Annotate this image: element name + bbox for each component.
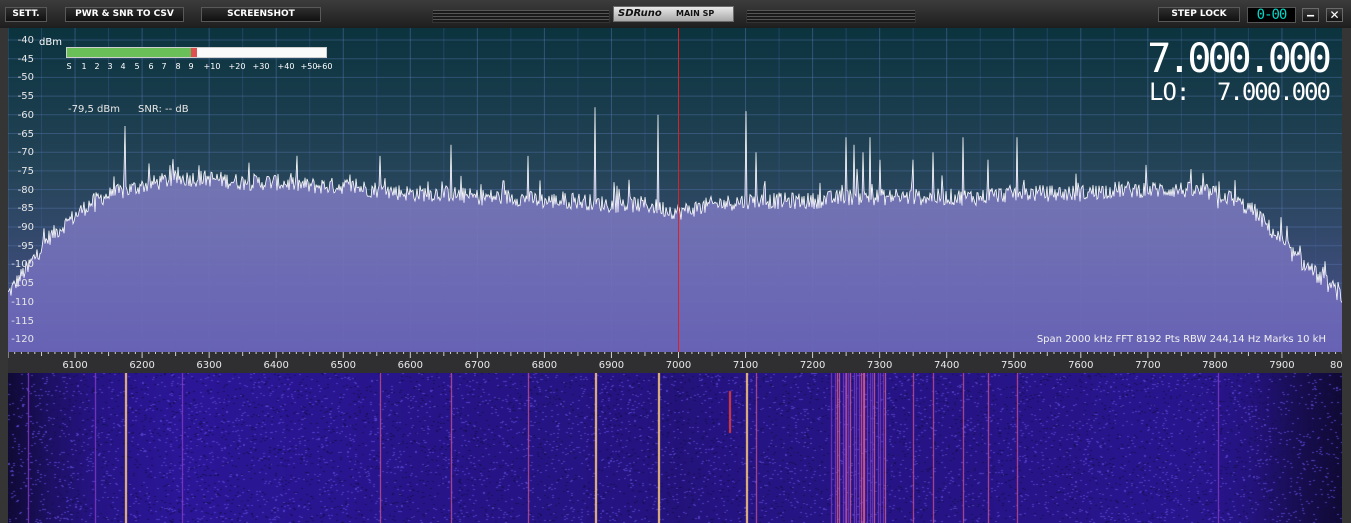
s-meter-tick-label: +30	[252, 62, 270, 71]
s-meter-tick-label: +60	[315, 62, 333, 71]
frequency-tick-label: 6500	[330, 360, 356, 371]
drag-grip-left[interactable]	[432, 9, 610, 23]
frequency-tick-label: 7500	[1001, 360, 1027, 371]
db-tick-label: -40	[17, 35, 34, 46]
frequency-tick-label: 7900	[1269, 360, 1295, 371]
s-meter-tick-label: 3	[107, 62, 113, 71]
drag-grip-right[interactable]	[746, 9, 916, 23]
clock-display: 0-00	[1247, 7, 1296, 23]
db-tick-label: -70	[17, 147, 34, 159]
close-button[interactable]: ✕	[1326, 8, 1343, 22]
db-tick-label: -75	[17, 165, 34, 177]
right-frame	[1342, 28, 1351, 523]
db-tick-label: -105	[11, 278, 34, 290]
db-axis: -40 -45 -50 -55 -60 -65 -70 -75 -80 -85 -90 -95 -100…	[0, 28, 38, 364]
s-meter-peak	[190, 48, 197, 57]
frequency-axis[interactable]: 6100 6200 6300 6400 6500 6600 6700 6800 6900 7000…	[8, 352, 1343, 373]
frequency-tick-label: 7300	[866, 360, 893, 371]
window-name: MAIN SP	[676, 9, 715, 18]
screenshot-button[interactable]: SCREENSHOT	[201, 7, 321, 22]
db-tick-label: -80	[17, 184, 34, 196]
frequency-tick-label: 6800	[531, 360, 558, 371]
s-meter-tick-label: +40	[277, 62, 295, 71]
spectrum-plot[interactable]	[8, 28, 1342, 352]
frequency-tick-label: 6300	[196, 360, 222, 371]
spectrum-info-line: Span 2000 kHz FFT 8192 Pts RBW 244,14 Hz…	[1036, 334, 1326, 345]
s-meter-tick-label: 8	[175, 62, 181, 71]
db-tick-label: -65	[17, 128, 34, 140]
db-tick-label: -60	[17, 109, 34, 121]
frequency-tick-label: 7700	[1135, 360, 1161, 371]
s-meter-tick-label: 1	[81, 62, 87, 71]
frequency-tick-label: 6100	[62, 360, 88, 371]
minimize-button[interactable]: ‒	[1302, 8, 1319, 22]
frequency-tick-label: 80	[1330, 360, 1343, 371]
frequency-tick-label: 7800	[1202, 360, 1228, 371]
frequency-tick-label: 7600	[1068, 360, 1094, 371]
title-bar[interactable]: SETT. PWR & SNR TO CSV SCREENSHOT SDRuno…	[0, 0, 1351, 29]
s-meter-tick-label: +20	[228, 62, 246, 71]
vfo-frequency-display[interactable]: 7.000.000	[1147, 39, 1332, 79]
frequency-tick-label: 7200	[799, 360, 826, 371]
s-meter-tick-label: 7	[161, 62, 167, 71]
step-lock-button[interactable]: STEP LOCK	[1158, 7, 1240, 22]
frequency-tick-label: 6600	[397, 360, 424, 371]
snr-readout: SNR: -- dB	[138, 104, 189, 115]
s-meter-tick-label: 2	[94, 62, 100, 71]
lo-label: LO:	[1149, 78, 1190, 106]
dbm-unit-label: dBm	[39, 37, 62, 48]
frequency-axis-ticks	[8, 352, 1342, 358]
frequency-tick-label: 7400	[933, 360, 960, 371]
db-tick-label: -85	[17, 203, 34, 215]
db-tick-label: -50	[17, 72, 34, 84]
db-tick-label: -100	[11, 259, 34, 271]
s-meter-tick-label: 9	[188, 62, 194, 71]
db-tick-label: -95	[17, 240, 34, 252]
settings-button[interactable]: SETT.	[5, 7, 47, 22]
s-meter-tick-label: 5	[134, 62, 140, 71]
frequency-tick-label: 6900	[598, 360, 625, 371]
frequency-tick-label: 6200	[129, 360, 155, 371]
sdruno-logo: SDRuno MAIN SP	[613, 6, 734, 22]
s-meter-tick-label: +10	[203, 62, 221, 71]
s-meter-tick-label: 6	[148, 62, 154, 71]
logo-text: SDRuno	[618, 8, 662, 19]
pwr-snr-to-csv-button[interactable]: PWR & SNR TO CSV	[65, 7, 184, 22]
db-tick-label: -115	[11, 315, 34, 327]
s-meter-level	[67, 48, 192, 57]
s-meter-tick-label: 4	[120, 62, 126, 71]
db-tick-label: -45	[17, 53, 34, 65]
s-meter-tick-label: S	[66, 62, 72, 71]
frequency-tick-label: 7000	[665, 360, 692, 371]
db-tick-label: -90	[17, 222, 34, 233]
db-tick-label: -55	[17, 91, 34, 103]
db-tick-label: -120	[11, 334, 34, 346]
sdruno-main-spectrum-window: SETT. PWR & SNR TO CSV SCREENSHOT SDRuno…	[0, 0, 1351, 523]
power-readout: -79,5 dBm	[68, 104, 121, 115]
waterfall-display[interactable]	[8, 373, 1342, 523]
lo-frequency-display[interactable]: 7.000.000	[1217, 80, 1331, 104]
s-meter-scale: S 1 2 3 4 5 6 7 8 9 +10 +20 +30 +40 +50 +60	[66, 62, 333, 72]
frequency-tick-label: 6400	[263, 360, 289, 371]
s-meter-bar	[66, 47, 327, 58]
frequency-tick-label: 6700	[464, 360, 491, 371]
frequency-tick-label: 7100	[732, 360, 759, 371]
db-tick-label: -110	[11, 296, 34, 308]
